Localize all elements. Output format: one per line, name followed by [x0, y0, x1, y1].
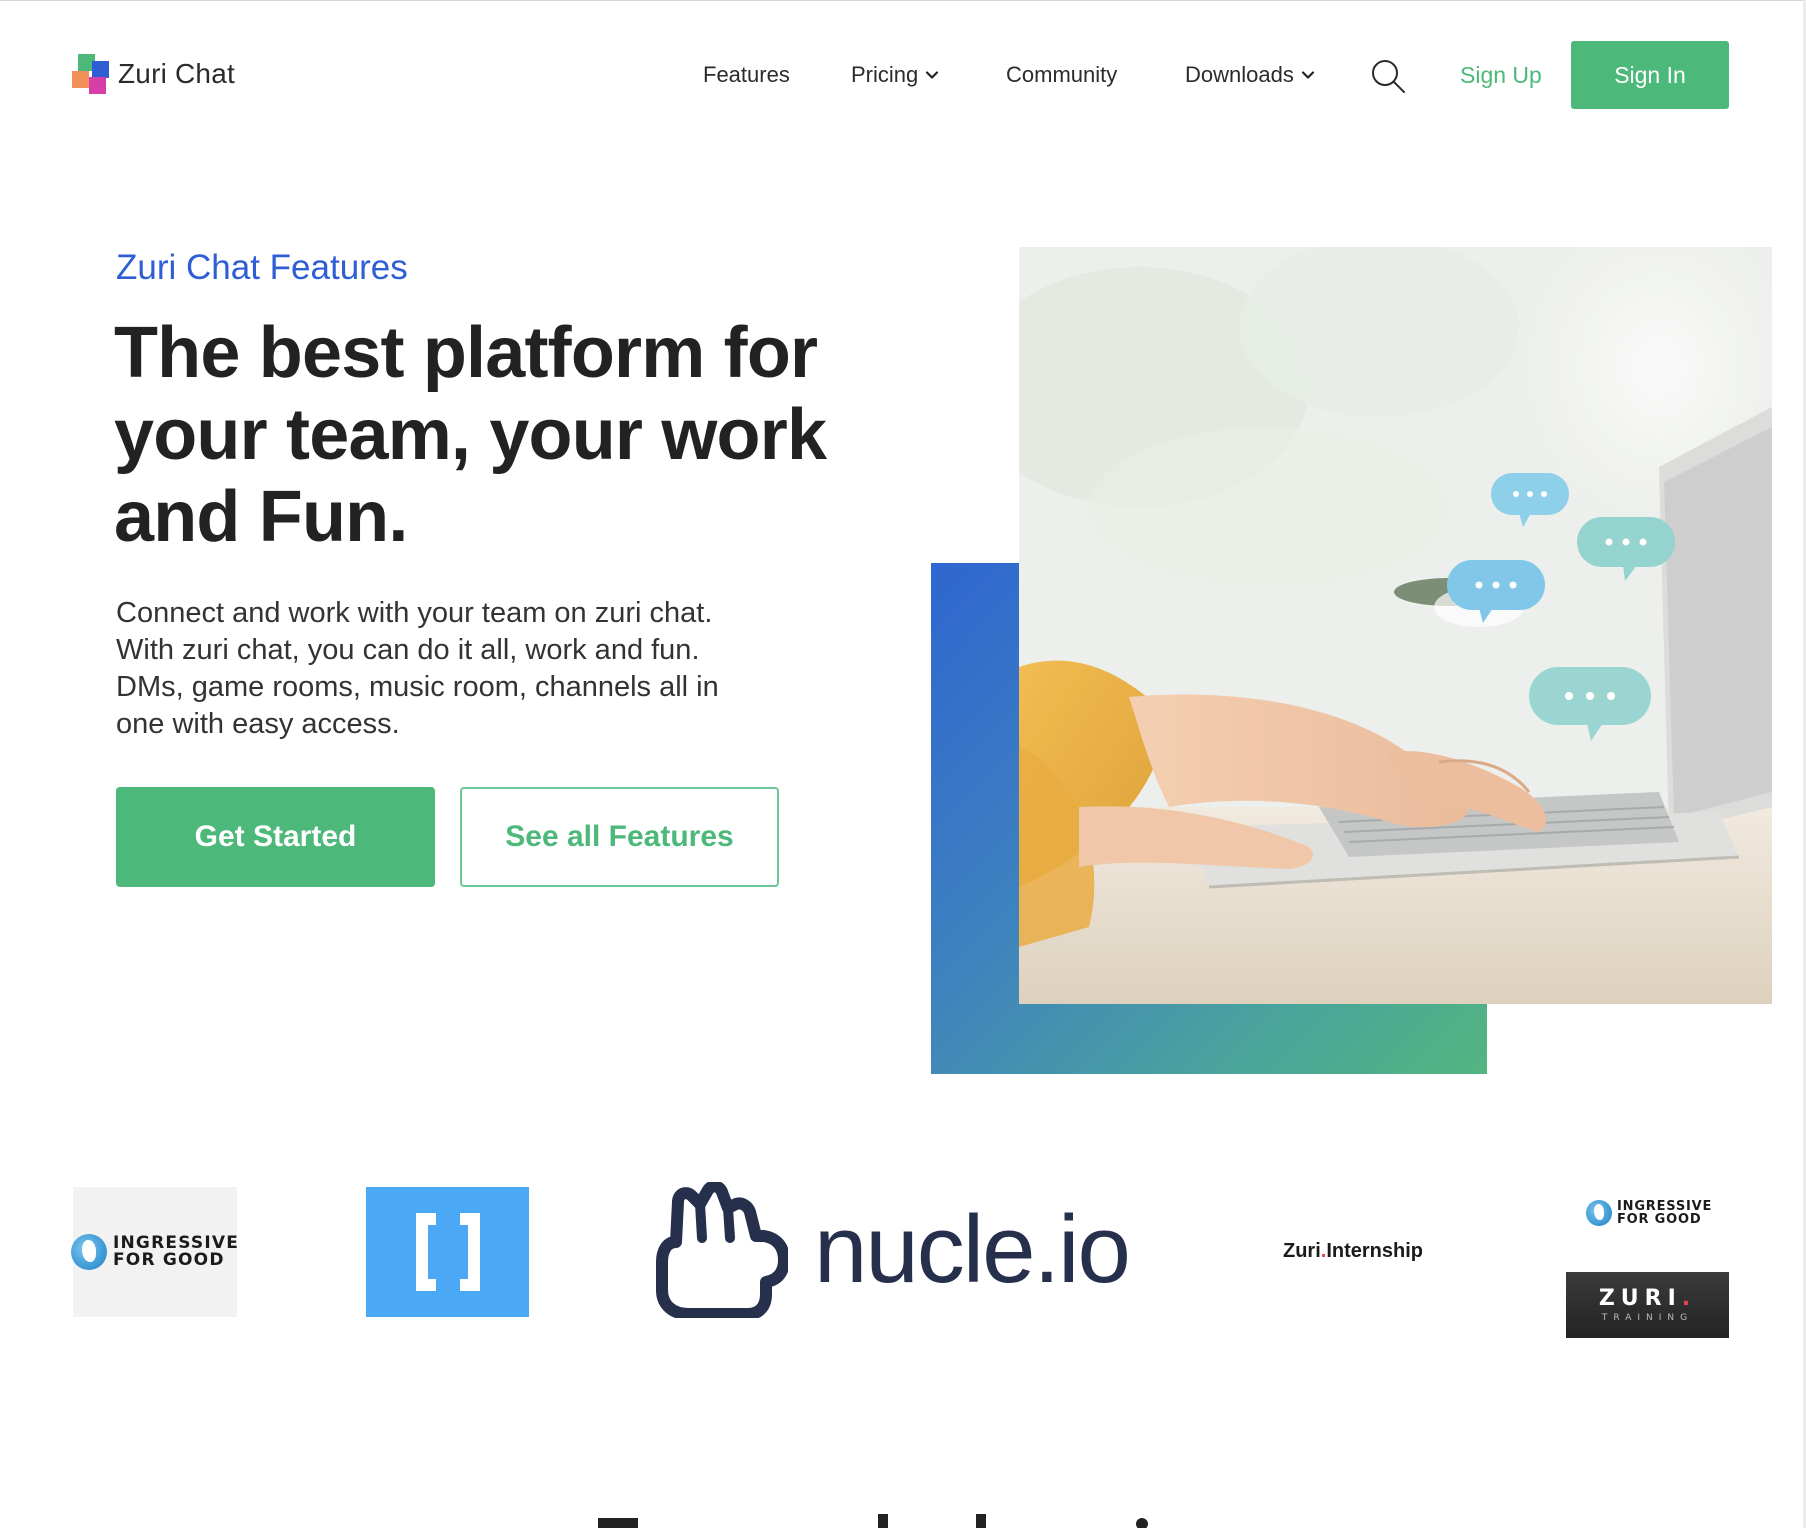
nucle-io-logo: nucle.io — [656, 1180, 1146, 1320]
sign-in-button[interactable]: Sign In — [1571, 41, 1729, 109]
partner-logos: INGRESSIVE FOR GOOD nucle.io Zuri.Intern… — [0, 1180, 1806, 1338]
logo-text: TRAINING — [1601, 1313, 1694, 1323]
headline-line: your team, your work — [114, 395, 827, 475]
brand-name: Zuri Chat — [118, 58, 235, 89]
globe-icon — [1586, 1200, 1612, 1226]
chevron-down-icon — [926, 71, 939, 79]
description-line: DMs, game rooms, music room, channels al… — [116, 671, 719, 703]
laptop-chat-illustration — [1019, 247, 1772, 1004]
hero-eyebrow: Zuri Chat Features — [116, 248, 408, 287]
nucle-fist-icon — [656, 1182, 788, 1318]
hero-headline: The best platform for your team, your wo… — [114, 312, 834, 558]
description-line: Connect and work with your team on zuri … — [116, 597, 713, 629]
nav-item-label: Community — [1006, 62, 1118, 87]
zuri-training-logo: ZURI. TRAINING — [1566, 1272, 1729, 1338]
chevron-down-icon — [1301, 71, 1314, 79]
logo-text: FOR GOOD — [112, 1250, 225, 1270]
nav-item-label: Downloads — [1185, 62, 1294, 87]
see-all-features-button[interactable]: See all Features — [460, 787, 779, 887]
logo-text: Zuri — [1283, 1240, 1321, 1262]
hero-image — [1019, 247, 1772, 1004]
headline-line: and Fun. — [114, 477, 408, 557]
top-border — [0, 0, 1806, 1]
headline-line: The best platform for — [114, 313, 818, 393]
brand-logo-link[interactable]: Zuri Chat — [72, 54, 235, 94]
next-section-heading-cutoff — [598, 1506, 1218, 1528]
nav-item-community[interactable]: Community — [1006, 41, 1117, 109]
logo-text: ZURI — [1598, 1286, 1682, 1311]
nav-item-label: Features — [703, 62, 790, 87]
hero-description: Connect and work with your team on zuri … — [116, 595, 776, 743]
zuri-logo-icon — [72, 54, 110, 94]
nav-item-pricing[interactable]: Pricing — [851, 41, 940, 109]
get-started-button[interactable]: Get Started — [116, 787, 435, 887]
nav-item-label: Pricing — [851, 62, 919, 87]
ingressive-zuri-training-logos: INGRESSIVE FOR GOOD ZURI. TRAINING — [1566, 1200, 1729, 1338]
globe-icon — [70, 1234, 107, 1270]
logo-text: FOR GOOD — [1617, 1212, 1702, 1227]
ingressive-for-good-logo: INGRESSIVE FOR GOOD — [70, 1187, 238, 1317]
sign-up-link[interactable]: Sign Up — [1460, 41, 1542, 109]
brackets-logo — [366, 1187, 529, 1317]
description-line: one with easy access. — [116, 708, 400, 740]
nav-item-downloads[interactable]: Downloads — [1185, 41, 1316, 109]
search-icon[interactable] — [1370, 58, 1406, 94]
nav-item-features[interactable]: Features — [703, 41, 790, 109]
cropped-heading-glyphs — [598, 1514, 1148, 1528]
logo-text: nucle.io — [814, 1196, 1131, 1303]
description-line: With zuri chat, you can do it all, work … — [116, 634, 700, 666]
brackets-icon — [415, 1213, 480, 1291]
zuri-internship-logo: Zuri.Internship — [1283, 1240, 1423, 1263]
logo-dot: . — [1681, 1286, 1697, 1311]
ingressive-for-good-small-logo: INGRESSIVE FOR GOOD — [1586, 1200, 1712, 1226]
logo-text: Internship — [1326, 1240, 1424, 1262]
